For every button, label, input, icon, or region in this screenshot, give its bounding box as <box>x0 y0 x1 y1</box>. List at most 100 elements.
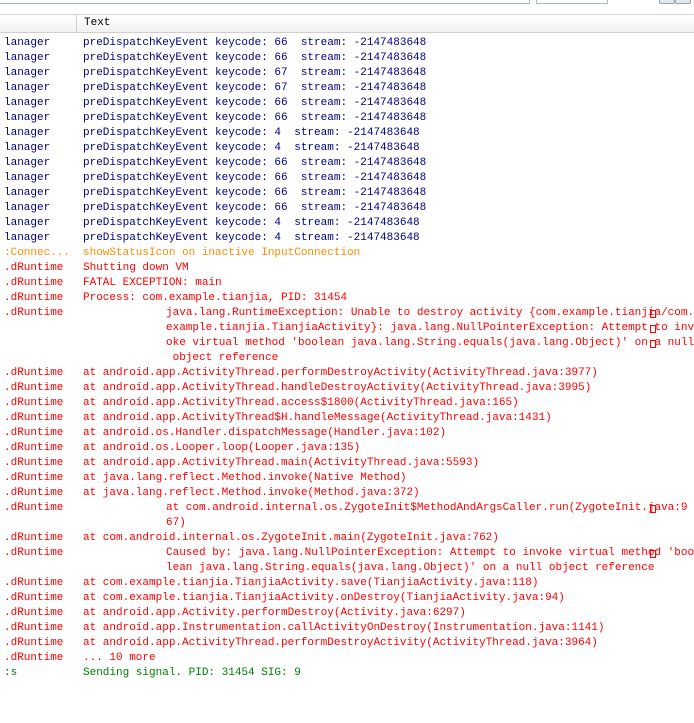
log-row[interactable]: .dRuntime at android.app.ActivityThread.m… <box>0 456 694 471</box>
log-row[interactable]: .dRuntime Shutting down VM <box>0 261 694 276</box>
log-row-tag: .dRuntime <box>4 442 64 454</box>
log-row-text-line: at com.android.internal.os.ZygoteInit$Me… <box>166 502 688 514</box>
toolbar-button-1[interactable] <box>659 0 675 4</box>
log-row-tag: lanager <box>4 187 51 199</box>
log-row-text: preDispatchKeyEvent keycode: 66 stream: … <box>83 201 660 216</box>
log-row-tag: .dRuntime <box>4 292 64 304</box>
log-row[interactable]: .dRuntime at java.lang.reflect.Method.inv… <box>0 486 694 501</box>
log-row[interactable]: .dRuntime at android.app.Instrumentation.… <box>0 621 694 636</box>
log-row[interactable]: lanager preDispatchKeyEvent keycode: 66 s… <box>0 171 694 186</box>
log-row-text-line: at android.app.Instrumentation.callActiv… <box>83 622 605 634</box>
log-row[interactable]: .dRuntime at android.app.ActivityThread.p… <box>0 636 694 651</box>
log-row-text-line: Caused by: java.lang.NullPointerExceptio… <box>166 547 694 559</box>
log-list[interactable]: lanager preDispatchKeyEvent keycode: 66 s… <box>0 36 694 686</box>
log-row-text-line: lean java.lang.String.equals(java.lang.O… <box>166 562 655 574</box>
log-row-text-line: Process: com.example.tianjia, PID: 31454 <box>83 292 348 304</box>
log-row-text: preDispatchKeyEvent keycode: 4 stream: -… <box>83 141 660 156</box>
log-row-tag: .dRuntime <box>4 547 64 559</box>
log-row-text: at android.app.ActivityThread.main(Activ… <box>83 456 660 471</box>
log-row[interactable]: .dRuntime at com.example.tianjia.TianjiaA… <box>0 591 694 606</box>
log-row-text: at com.android.internal.os.ZygoteInit.ma… <box>83 531 660 546</box>
log-row-tag: .dRuntime <box>4 487 64 499</box>
log-row[interactable]: lanager preDispatchKeyEvent keycode: 66 s… <box>0 201 694 216</box>
log-row-tag: lanager <box>4 157 51 169</box>
text-column-header[interactable]: Text <box>84 17 110 30</box>
log-row[interactable]: .dRuntime at android.app.ActivityThread.h… <box>0 381 694 396</box>
log-row-text-line: preDispatchKeyEvent keycode: 66 stream: … <box>83 52 427 64</box>
log-row-text: Shutting down VM <box>83 261 660 276</box>
log-row[interactable]: lanager preDispatchKeyEvent keycode: 4 st… <box>0 216 694 231</box>
log-row-text: ... 10 more <box>83 651 660 666</box>
log-row[interactable]: .dRuntime at android.app.ActivityThread.p… <box>0 366 694 381</box>
log-row-tag: .dRuntime <box>4 502 64 514</box>
log-row[interactable]: .dRuntime Process: com.example.tianjia, P… <box>0 291 694 306</box>
log-row-text: at com.example.tianjia.TianjiaActivity.s… <box>83 576 660 591</box>
log-row-tag: lanager <box>4 172 51 184</box>
log-row-text: Process: com.example.tianjia, PID: 31454 <box>83 291 660 306</box>
log-row-tag: lanager <box>4 97 51 109</box>
log-row-tag: lanager <box>4 127 51 139</box>
log-row[interactable]: .dRuntime java.lang.RuntimeException: Una… <box>0 306 694 366</box>
log-row[interactable]: .dRuntime at com.example.tianjia.TianjiaA… <box>0 576 694 591</box>
log-row[interactable]: lanager preDispatchKeyEvent keycode: 4 st… <box>0 141 694 156</box>
log-row[interactable]: .dRuntime at android.app.Activity.perform… <box>0 606 694 621</box>
log-row[interactable]: .dRuntime at android.app.ActivityThread$H… <box>0 411 694 426</box>
log-row[interactable]: lanager preDispatchKeyEvent keycode: 66 s… <box>0 186 694 201</box>
filter-input[interactable] <box>0 0 530 4</box>
log-row-text-line: at android.app.Activity.performDestroy(A… <box>83 607 466 619</box>
log-row-tag: .dRuntime <box>4 457 64 469</box>
log-row-text-line: at android.app.ActivityThread.access$180… <box>83 397 519 409</box>
log-row-text-line: preDispatchKeyEvent keycode: 66 stream: … <box>83 157 427 169</box>
log-row[interactable]: lanager preDispatchKeyEvent keycode: 66 s… <box>0 111 694 126</box>
log-row[interactable]: .dRuntime at android.os.Handler.dispatchM… <box>0 426 694 441</box>
tag-column-header[interactable] <box>0 15 77 32</box>
log-row-text: preDispatchKeyEvent keycode: 4 stream: -… <box>83 216 660 231</box>
log-row[interactable]: .dRuntime ... 10 more <box>0 651 694 666</box>
log-row[interactable]: lanager preDispatchKeyEvent keycode: 66 s… <box>0 96 694 111</box>
log-row-tag: :s <box>4 667 18 679</box>
log-row[interactable]: lanager preDispatchKeyEvent keycode: 67 s… <box>0 66 694 81</box>
toolbar-button-2[interactable] <box>675 0 691 4</box>
log-row-tag: lanager <box>4 37 51 49</box>
log-row[interactable]: .dRuntime FATAL EXCEPTION: main <box>0 276 694 291</box>
log-row-text-line: FATAL EXCEPTION: main <box>83 277 222 289</box>
log-row-tag: .dRuntime <box>4 262 64 274</box>
log-row-text-line: preDispatchKeyEvent keycode: 66 stream: … <box>83 37 427 49</box>
log-row-text: preDispatchKeyEvent keycode: 4 stream: -… <box>83 231 660 246</box>
log-row-text: at android.os.Looper.loop(Looper.java:13… <box>83 441 660 456</box>
log-row-tag: lanager <box>4 142 51 154</box>
log-row-text: preDispatchKeyEvent keycode: 66 stream: … <box>83 171 660 186</box>
log-row-text-line: preDispatchKeyEvent keycode: 4 stream: -… <box>83 142 420 154</box>
log-row[interactable]: :Connec... showStatusIcon on inactive Inp… <box>0 246 694 261</box>
level-select[interactable] <box>536 0 608 4</box>
log-row-text-line: oke virtual method 'boolean java.lang.St… <box>166 337 694 349</box>
log-row-text-line: preDispatchKeyEvent keycode: 4 stream: -… <box>83 127 420 139</box>
log-row-text-line: preDispatchKeyEvent keycode: 66 stream: … <box>83 97 427 109</box>
log-row[interactable]: lanager preDispatchKeyEvent keycode: 66 s… <box>0 156 694 171</box>
log-row-tag: lanager <box>4 82 51 94</box>
log-row[interactable]: .dRuntime at android.os.Looper.loop(Loope… <box>0 441 694 456</box>
log-row[interactable]: lanager preDispatchKeyEvent keycode: 66 s… <box>0 51 694 66</box>
log-row[interactable]: .dRuntime at android.app.ActivityThread.a… <box>0 396 694 411</box>
log-row-text: at android.app.ActivityThread$H.handleMe… <box>83 411 660 426</box>
log-row-text: showStatusIcon on inactive InputConnecti… <box>83 246 660 261</box>
log-row-text-line: example.tianjia.TianjiaActivity}: java.l… <box>166 322 694 334</box>
log-row-text: preDispatchKeyEvent keycode: 66 stream: … <box>83 51 660 66</box>
log-row-tag: lanager <box>4 52 51 64</box>
log-row-tag: .dRuntime <box>4 412 64 424</box>
log-row-tag: .dRuntime <box>4 397 64 409</box>
log-row[interactable]: lanager preDispatchKeyEvent keycode: 67 s… <box>0 81 694 96</box>
log-row-text: preDispatchKeyEvent keycode: 67 stream: … <box>83 81 660 96</box>
log-row[interactable]: .dRuntime at java.lang.reflect.Method.inv… <box>0 471 694 486</box>
log-row-text: at android.app.ActivityThread.performDes… <box>83 636 660 651</box>
log-row-text: preDispatchKeyEvent keycode: 66 stream: … <box>83 96 660 111</box>
log-row[interactable]: :s Sending signal. PID: 31454 SIG: 9 <box>0 666 694 681</box>
log-row-text: at android.os.Handler.dispatchMessage(Ha… <box>83 426 660 441</box>
log-row[interactable]: .dRuntime at com.android.internal.os.Zygo… <box>0 531 694 546</box>
log-row[interactable]: lanager preDispatchKeyEvent keycode: 4 st… <box>0 231 694 246</box>
log-row-tag: .dRuntime <box>4 427 64 439</box>
log-row[interactable]: .dRuntime at com.android.internal.os.Zygo… <box>0 501 694 531</box>
log-row[interactable]: .dRuntime Caused by: java.lang.NullPointe… <box>0 546 694 576</box>
log-row[interactable]: lanager preDispatchKeyEvent keycode: 66 s… <box>0 36 694 51</box>
log-row[interactable]: lanager preDispatchKeyEvent keycode: 4 st… <box>0 126 694 141</box>
